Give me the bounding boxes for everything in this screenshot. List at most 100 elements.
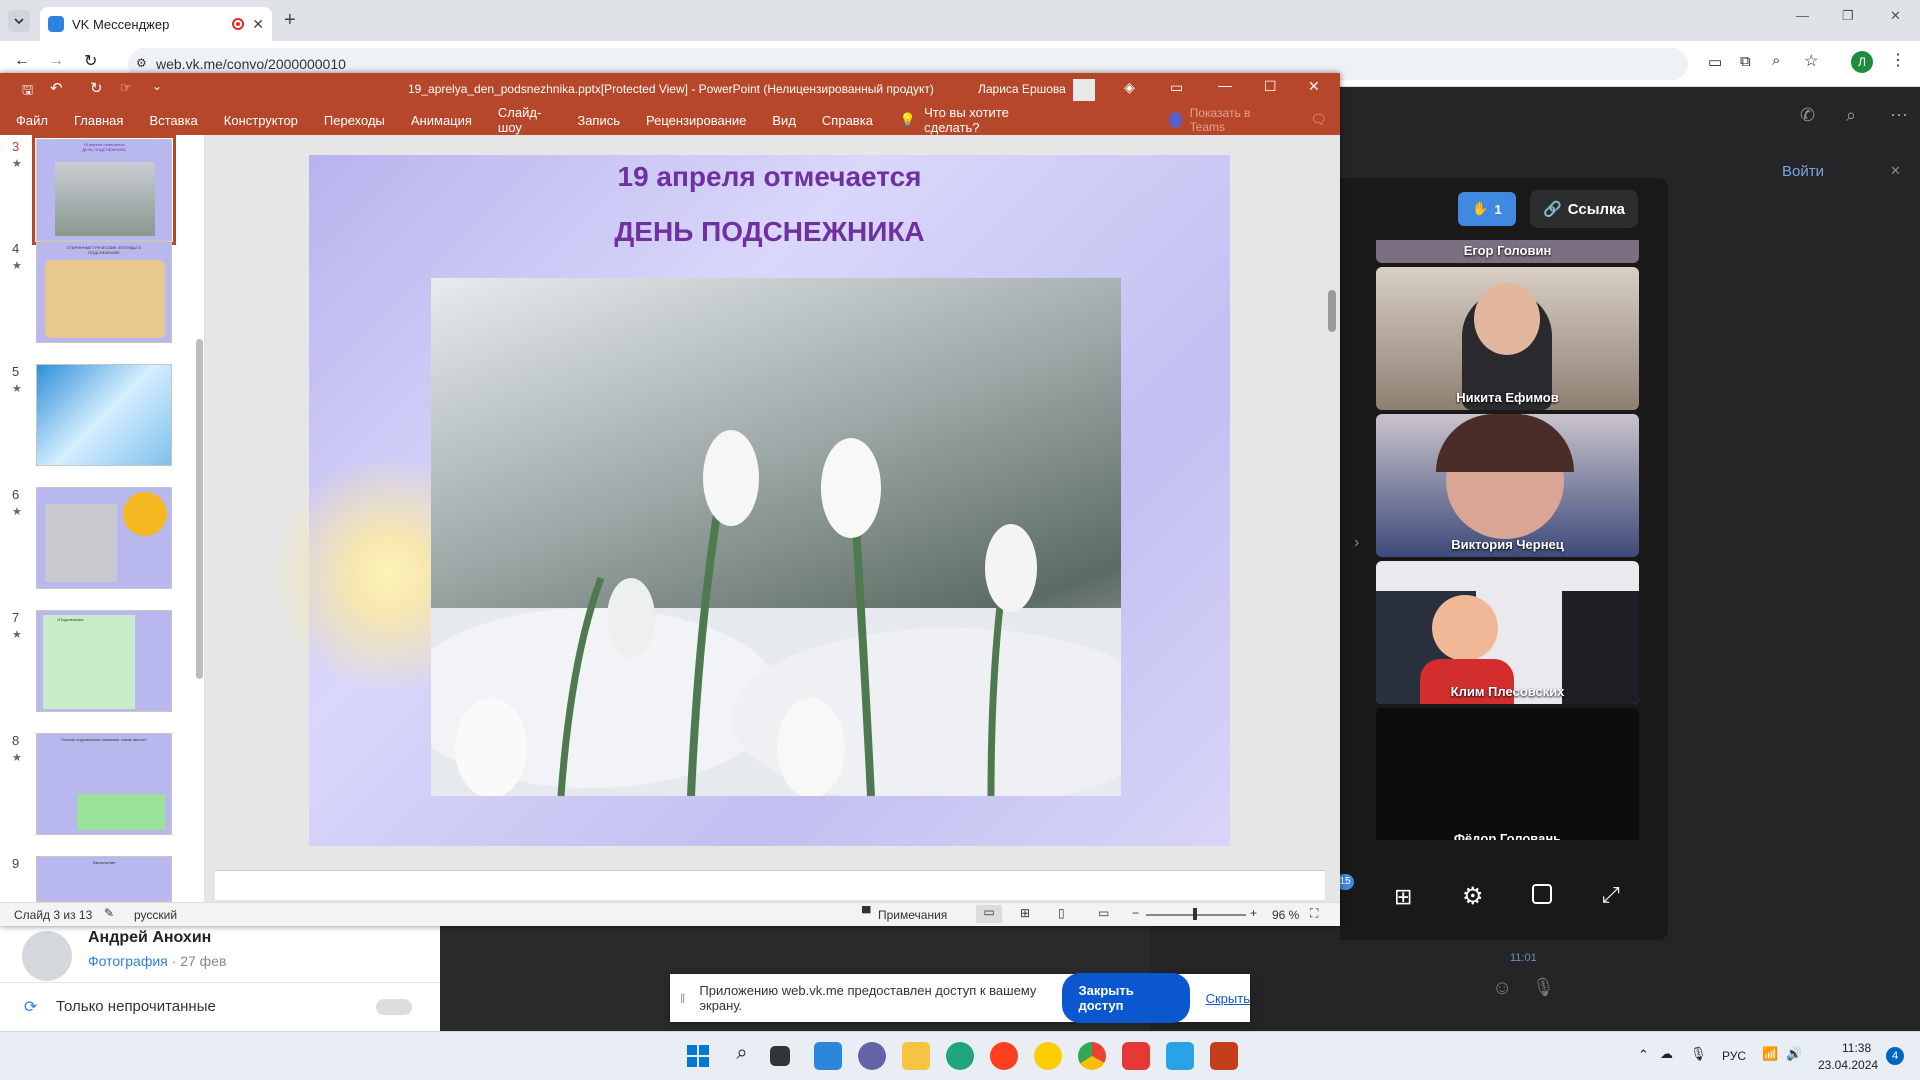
pp-maximize-icon[interactable]: ☐ <box>1264 78 1277 95</box>
pp-minimize-icon[interactable]: — <box>1218 77 1232 93</box>
edge-icon[interactable] <box>946 1042 974 1070</box>
zoom-out-icon[interactable]: − <box>1132 906 1139 920</box>
microphone-icon[interactable]: 🎙 <box>1532 977 1555 998</box>
tab-record[interactable]: Запись <box>564 113 633 128</box>
close-banner-icon[interactable]: ✕ <box>1890 163 1901 179</box>
participant-tile[interactable]: Егор Головин <box>1376 240 1639 263</box>
raise-hand-button[interactable]: ✋ 1 <box>1458 192 1516 226</box>
tab-view[interactable]: Вид <box>759 113 809 128</box>
tab-list-button[interactable] <box>8 10 30 32</box>
user-name[interactable]: Лариса Ершова <box>978 82 1066 96</box>
site-info-icon[interactable]: ⚙ <box>136 56 147 70</box>
pip-icon[interactable] <box>1532 884 1552 904</box>
teams-chat-icon[interactable] <box>858 1042 886 1070</box>
unread-toggle[interactable] <box>376 999 412 1015</box>
slide-thumbnail[interactable]: СТАРИННЫЕ ГРЕЧЕСКИЕ ЛЕГЕНДЫ О ПОДСНЕЖНИК… <box>36 241 172 343</box>
reading-view-icon[interactable]: ▯ <box>1058 906 1065 920</box>
participant-tile[interactable]: Виктория Чернец <box>1376 414 1639 557</box>
browser-tab[interactable]: VK Мессенджер ✕ <box>40 7 272 41</box>
drag-handle-icon[interactable]: ‖ <box>680 991 685 1006</box>
login-button[interactable]: Войти <box>1782 163 1824 180</box>
premium-diamond-icon[interactable]: ◈ <box>1124 79 1135 96</box>
more-icon[interactable]: ⋯ <box>1890 105 1908 126</box>
bookmark-star-icon[interactable]: ☆ <box>1804 51 1818 71</box>
zoom-level[interactable]: 96 % <box>1272 908 1299 922</box>
tab-transitions[interactable]: Переходы <box>311 113 398 128</box>
user-avatar[interactable] <box>1073 79 1095 101</box>
pp-close-icon[interactable]: ✕ <box>1308 78 1320 95</box>
browser-menu-icon[interactable]: ⋮ <box>1890 50 1906 70</box>
restore-window-icon[interactable]: ❐ <box>1842 8 1854 24</box>
tray-chevron-icon[interactable]: ⌃ <box>1638 1047 1649 1063</box>
network-alert-icon[interactable]: ☁ <box>1660 1046 1673 1062</box>
tab-slideshow[interactable]: Слайд-шоу <box>485 105 564 135</box>
input-language[interactable]: РУС <box>1722 1049 1746 1063</box>
back-icon[interactable]: ← <box>14 52 30 70</box>
fit-slide-icon[interactable]: ⛶ <box>1310 906 1318 921</box>
profile-avatar[interactable]: Л <box>1851 51 1873 73</box>
unread-filter[interactable]: ⟳ Только непрочитанные <box>0 982 440 1030</box>
messenger-icon[interactable] <box>1166 1042 1194 1070</box>
slide-thumbnail[interactable]: Заключение <box>36 856 172 902</box>
widgets-icon[interactable] <box>814 1042 842 1070</box>
thumbs-scrollbar[interactable] <box>196 339 203 679</box>
spellcheck-icon[interactable]: ✎ <box>104 906 114 920</box>
app-icon[interactable] <box>1034 1042 1062 1070</box>
wifi-icon[interactable]: 📶 <box>1762 1046 1778 1062</box>
tab-insert[interactable]: Вставка <box>136 113 210 128</box>
save-icon[interactable]: 🖫 <box>22 81 33 103</box>
grid-layout-icon[interactable]: ⊞ <box>1394 884 1412 910</box>
screenshare-icon[interactable]: ⧉ <box>1740 53 1751 70</box>
yandex-icon[interactable] <box>990 1042 1018 1070</box>
participant-tile[interactable]: Клим Плесовских <box>1376 561 1639 704</box>
new-tab-icon[interactable]: + <box>284 9 296 32</box>
editor-scrollbar[interactable] <box>1328 290 1336 332</box>
call-icon[interactable]: ✆ <box>1800 105 1815 126</box>
zoom-in-icon[interactable]: + <box>1250 906 1257 920</box>
slide-sorter-icon[interactable]: ⊞ <box>1020 906 1030 920</box>
yandex-browser-icon[interactable] <box>1122 1042 1150 1070</box>
normal-view-icon[interactable]: ▭ <box>976 905 1002 923</box>
tab-help[interactable]: Справка <box>809 113 886 128</box>
tell-me-input[interactable]: Что вы хотите сделать? <box>920 105 1051 135</box>
search-icon[interactable]: ⌕ <box>728 1042 756 1070</box>
chrome-icon[interactable] <box>1078 1042 1106 1070</box>
stop-sharing-button[interactable]: Закрыть доступ <box>1062 973 1190 1023</box>
camera-icon[interactable]: ▭ <box>1708 53 1722 71</box>
share-in-teams[interactable]: Показать в Teams <box>1182 106 1282 134</box>
minimize-window-icon[interactable]: — <box>1796 8 1809 23</box>
close-tab-icon[interactable]: ✕ <box>252 16 264 33</box>
tab-review[interactable]: Рецензирование <box>633 113 759 128</box>
notes-button[interactable]: Примечания <box>878 908 947 922</box>
slide-thumbnail[interactable] <box>36 364 172 466</box>
forward-icon[interactable]: → <box>48 52 64 70</box>
start-icon[interactable] <box>684 1042 712 1070</box>
redo-icon[interactable]: ↻ <box>90 79 103 97</box>
tab-file[interactable]: Файл <box>0 113 61 128</box>
tab-home[interactable]: Главная <box>61 113 136 128</box>
slide-thumbnail[interactable]: 19 апреля отмечается ДЕНЬ ПОДСНЕЖНИКА <box>32 135 176 245</box>
slide-thumbnail[interactable]: «Подснежник» <box>36 610 172 712</box>
comments-icon[interactable]: 🗨 <box>1297 112 1340 128</box>
copy-link-button[interactable]: 🔗 Ссылка <box>1530 190 1638 228</box>
hide-link[interactable]: Скрыть <box>1206 991 1250 1006</box>
slide-thumbnail[interactable]: Почему подснежники называют таким цветок… <box>36 733 172 835</box>
search-icon[interactable]: ⌕ <box>1846 105 1856 126</box>
undo-icon[interactable]: ↶ <box>50 79 63 97</box>
expand-chevron-icon[interactable]: › <box>1354 534 1359 552</box>
slide-thumbnail[interactable] <box>36 487 172 589</box>
clock-time[interactable]: 11:38 <box>1842 1041 1871 1055</box>
slideshow-icon[interactable]: ▭ <box>1098 906 1109 920</box>
tab-animations[interactable]: Анимация <box>398 113 485 128</box>
notification-badge[interactable]: 4 <box>1886 1047 1904 1065</box>
ribbon-display-icon[interactable]: ▭ <box>1170 79 1183 96</box>
chat-list-item[interactable]: Андрей Анохин Фотография · 27 фев <box>0 925 440 981</box>
language-label[interactable]: русский <box>134 908 177 922</box>
participant-tile[interactable]: Никита Ефимов <box>1376 267 1639 410</box>
close-window-icon[interactable]: ✕ <box>1890 8 1901 24</box>
tab-design[interactable]: Конструктор <box>211 113 311 128</box>
fullscreen-icon[interactable]: ⤢ <box>1602 882 1620 908</box>
participant-tile[interactable]: Фёдор Головань <box>1376 708 1639 840</box>
volume-icon[interactable]: 🔊 <box>1786 1046 1802 1062</box>
file-explorer-icon[interactable] <box>902 1042 930 1070</box>
